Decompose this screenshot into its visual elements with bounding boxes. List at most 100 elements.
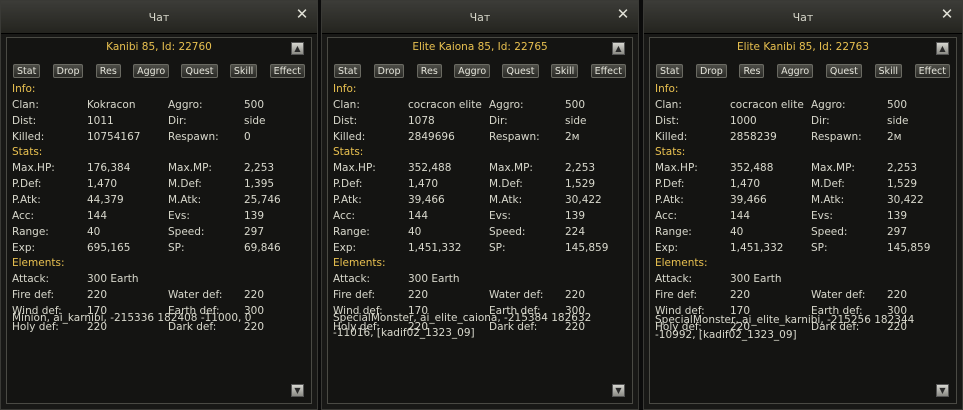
sp-value: 69,846 — [244, 242, 281, 254]
tab-res[interactable]: Res — [416, 64, 442, 78]
tab-skill[interactable]: Skill — [550, 64, 579, 78]
tab-res[interactable]: Res — [739, 64, 765, 78]
aggro-label: Aggro: — [489, 99, 524, 111]
water-label: Water def: — [489, 289, 544, 301]
aggro-label: Aggro: — [811, 99, 846, 111]
tab-stat[interactable]: Stat — [13, 64, 41, 78]
info-panel: Elite Kaiona 85, Id: 22765 ▲ ▼ Stat Drop Res A… — [327, 37, 633, 404]
acc-value: 144 — [730, 210, 751, 222]
respawn-value: 2м — [565, 131, 580, 143]
acc-label: Acc: — [655, 210, 678, 222]
water-label: Water def: — [811, 289, 866, 301]
tab-effect[interactable]: Effect — [914, 64, 950, 78]
clan-value: cocracon elite — [408, 99, 482, 111]
scroll-up-icon[interactable]: ▲ — [612, 42, 625, 55]
section-info: Info: — [655, 83, 679, 95]
water-value: 220 — [565, 289, 586, 301]
evs-value: 139 — [244, 210, 265, 222]
attack-value: 300 Earth — [408, 273, 460, 285]
scroll-down-icon[interactable]: ▼ — [291, 384, 304, 397]
range-label: Range: — [333, 226, 370, 238]
tab-stat[interactable]: Stat — [656, 64, 684, 78]
scroll-up-icon[interactable]: ▲ — [936, 42, 949, 55]
stats-content: Info: Clan: cocracon elite Aggro: 500 Dist: 10… — [655, 82, 951, 335]
info-panel: Elite Kanibi 85, Id: 22763 ▲ ▼ Stat Drop Res A… — [649, 37, 957, 404]
target-info-window: Чат ✕ Elite Kaiona 85, Id: 22765 ▲ ▼ Stat Drop… — [321, 0, 639, 410]
window-titlebar[interactable]: Чат ✕ — [1, 1, 317, 34]
dir-value: side — [565, 115, 587, 127]
speed-label: Speed: — [489, 226, 526, 238]
close-icon[interactable]: ✕ — [295, 7, 309, 22]
maxmp-label: Max.MP: — [811, 162, 855, 174]
tab-skill[interactable]: Skill — [229, 64, 258, 78]
tab-aggro[interactable]: Aggro — [133, 64, 170, 78]
range-value: 40 — [408, 226, 422, 238]
dist-label: Dist: — [655, 115, 680, 127]
maxmp-value: 2,253 — [887, 162, 918, 174]
clan-value: Kokracon — [87, 99, 136, 111]
scroll-down-icon[interactable]: ▼ — [612, 384, 625, 397]
spawn-info: SpecialMonster, ai_elite_karnibi, -21525… — [655, 313, 934, 343]
stat-row: Dist: 1078 Dir: side — [333, 113, 627, 129]
tab-drop[interactable]: Drop — [695, 64, 727, 78]
tab-drop[interactable]: Drop — [52, 64, 84, 78]
dir-value: side — [887, 115, 909, 127]
exp-value: 1,451,332 — [730, 242, 784, 254]
matk-value: 30,422 — [887, 194, 924, 206]
tab-res[interactable]: Res — [95, 64, 121, 78]
acc-label: Acc: — [333, 210, 356, 222]
tab-drop[interactable]: Drop — [373, 64, 405, 78]
stat-row: P.Atk: 39,466 M.Atk: 30,422 — [655, 192, 951, 208]
patk-label: P.Atk: — [12, 194, 41, 206]
tab-quest[interactable]: Quest — [502, 64, 539, 78]
fire-label: Fire def: — [655, 289, 698, 301]
stat-row: Dist: 1011 Dir: side — [12, 113, 306, 129]
clan-label: Clan: — [655, 99, 682, 111]
patk-label: P.Atk: — [655, 194, 684, 206]
stat-row: Attack: 300 Earth — [12, 271, 306, 287]
water-label: Water def: — [168, 289, 223, 301]
matk-value: 30,422 — [565, 194, 602, 206]
aggro-value: 500 — [565, 99, 586, 111]
speed-label: Speed: — [168, 226, 205, 238]
mob-title: Elite Kanibi 85, Id: 22763 — [736, 41, 870, 53]
close-icon[interactable]: ✕ — [940, 7, 954, 22]
patk-value: 44,379 — [87, 194, 124, 206]
tab-skill[interactable]: Skill — [874, 64, 902, 78]
scroll-down-icon[interactable]: ▼ — [936, 384, 949, 397]
spawn-info: Minion, ai_karnibi, -215336 182408 -1100… — [12, 311, 289, 326]
tab-effect[interactable]: Effect — [590, 64, 626, 78]
tab-effect[interactable]: Effect — [269, 64, 305, 78]
killed-value: 2849696 — [408, 131, 455, 143]
spawn-info: SpecialMonster, ai_elite_caiona, -215384… — [333, 311, 610, 341]
stat-row: Fire def: 220 Water def: 220 — [333, 287, 627, 303]
tab-aggro[interactable]: Aggro — [777, 64, 814, 78]
close-icon[interactable]: ✕ — [616, 7, 630, 22]
tab-stat[interactable]: Stat — [334, 64, 362, 78]
stat-row: Killed: 2849696 Respawn: 2м — [333, 129, 627, 145]
fire-value: 220 — [730, 289, 751, 301]
speed-value: 297 — [244, 226, 265, 238]
matk-label: M.Atk: — [811, 194, 845, 206]
pdef-label: P.Def: — [12, 178, 42, 190]
dir-value: side — [244, 115, 266, 127]
evs-value: 139 — [565, 210, 586, 222]
maxmp-label: Max.MP: — [168, 162, 212, 174]
acc-value: 144 — [408, 210, 429, 222]
pdef-value: 1,470 — [730, 178, 761, 190]
stat-row: Max.HP: 176,384 Max.MP: 2,253 — [12, 160, 306, 176]
window-titlebar[interactable]: Чат ✕ — [644, 1, 962, 34]
dir-label: Dir: — [489, 115, 508, 127]
tab-aggro[interactable]: Aggro — [454, 64, 491, 78]
respawn-label: Respawn: — [168, 131, 219, 143]
stat-row: Exp: 695,165 SP: 69,846 — [12, 240, 306, 256]
maxhp-value: 352,488 — [408, 162, 452, 174]
stat-row: Exp: 1,451,332 SP: 145,859 — [655, 240, 951, 256]
window-titlebar[interactable]: Чат ✕ — [322, 1, 638, 34]
attack-value: 300 Earth — [730, 273, 782, 285]
aggro-value: 500 — [244, 99, 265, 111]
tab-quest[interactable]: Quest — [825, 64, 862, 78]
tab-quest[interactable]: Quest — [181, 64, 218, 78]
scroll-up-icon[interactable]: ▲ — [291, 42, 304, 55]
target-info-window: Чат ✕ Elite Kanibi 85, Id: 22763 ▲ ▼ Stat Drop… — [643, 0, 963, 410]
